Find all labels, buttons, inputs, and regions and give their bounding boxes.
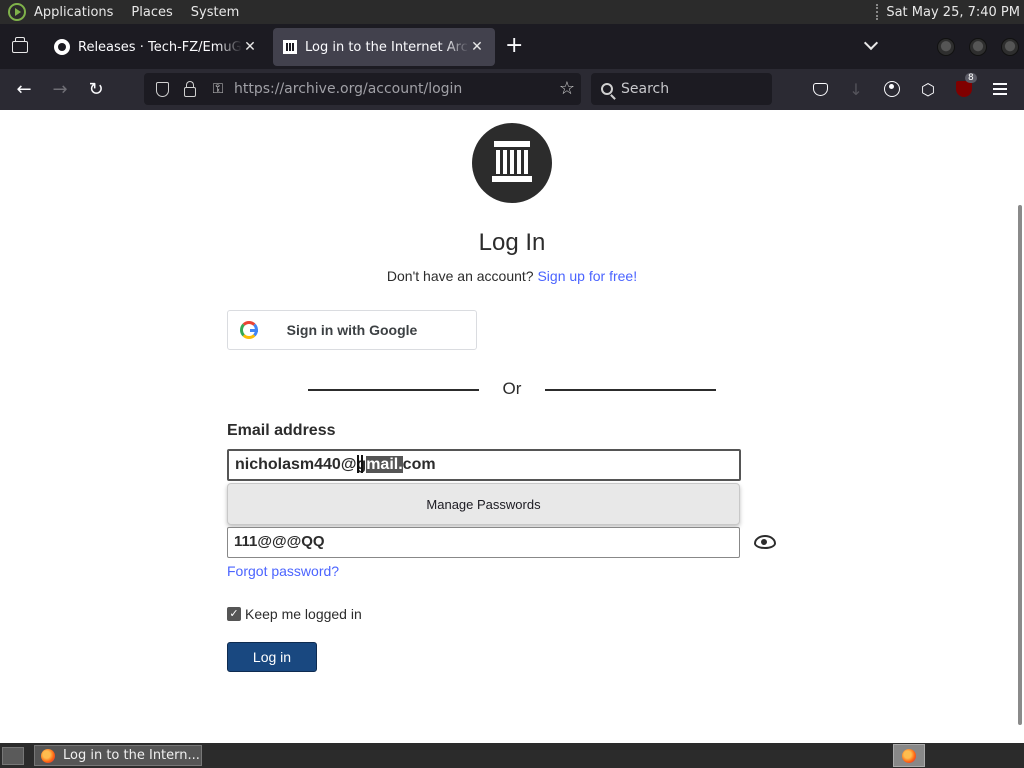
- github-favicon-icon: [54, 39, 70, 55]
- taskbar-window-title: Log in to the Intern...: [63, 748, 200, 763]
- password-text: 111@@@QQ: [234, 533, 325, 550]
- internet-archive-logo-icon[interactable]: [472, 123, 552, 203]
- app-menu-icon[interactable]: [990, 79, 1010, 99]
- signup-prompt-text: Don't have an account?: [386, 268, 534, 284]
- maximize-window-button[interactable]: [969, 38, 987, 56]
- autocomplete-label: Manage Passwords: [426, 496, 541, 512]
- os-logo-icon[interactable]: [8, 3, 26, 21]
- ublock-origin-icon[interactable]: 8: [954, 73, 977, 99]
- bookmark-star-icon[interactable]: ☆: [559, 78, 575, 99]
- google-icon: [240, 321, 258, 339]
- forgot-password-link[interactable]: Forgot password?: [227, 563, 339, 579]
- tray-firefox-button[interactable]: [893, 744, 925, 767]
- page-title: Log In: [478, 229, 546, 256]
- account-icon[interactable]: [882, 79, 902, 99]
- text-cursor-icon: [357, 455, 363, 473]
- applications-menu[interactable]: Applications: [34, 5, 113, 20]
- pocket-icon[interactable]: [810, 79, 830, 99]
- forward-button[interactable]: →: [48, 77, 72, 101]
- url-host: https://archive.org: [234, 81, 363, 97]
- firefox-icon: [902, 748, 916, 763]
- keep-logged-in-label[interactable]: Keep me logged in: [245, 606, 362, 622]
- search-placeholder: Search: [621, 81, 670, 97]
- back-button[interactable]: ←: [12, 77, 36, 101]
- tab-strip: Releases · Tech-FZ/EmuGUI ✕ Log in to th…: [0, 24, 1024, 69]
- downloads-icon[interactable]: ↓: [846, 79, 866, 99]
- firefox-view-button[interactable]: [0, 24, 40, 69]
- google-signin-button[interactable]: Sign in with Google: [227, 310, 477, 350]
- places-menu[interactable]: Places: [131, 5, 172, 20]
- tab-releases[interactable]: Releases · Tech-FZ/EmuGUI ✕: [44, 28, 268, 66]
- tab-title: Releases · Tech-FZ/EmuGUI: [78, 39, 242, 55]
- extensions-icon[interactable]: ⬡: [918, 79, 938, 99]
- password-field[interactable]: 111@@@QQ: [227, 527, 740, 558]
- search-bar[interactable]: Search: [591, 73, 772, 105]
- panel-separator: [876, 4, 879, 20]
- divider-line: [545, 389, 716, 391]
- new-tab-button[interactable]: +: [505, 35, 523, 57]
- close-tab-icon[interactable]: ✕: [242, 39, 258, 55]
- clock[interactable]: Sat May 25, 7:40 PM: [876, 4, 1020, 20]
- internet-archive-favicon-icon: [283, 40, 297, 54]
- login-button[interactable]: Log in: [227, 642, 317, 672]
- key-icon[interactable]: ⚿: [208, 79, 228, 99]
- list-all-tabs-icon[interactable]: [864, 38, 878, 52]
- taskbar-window-firefox[interactable]: Log in to the Intern...: [34, 745, 202, 766]
- system-menu[interactable]: System: [191, 5, 239, 20]
- keep-logged-in[interactable]: ✓ Keep me logged in: [227, 606, 362, 622]
- minimize-window-button[interactable]: [937, 38, 955, 56]
- or-divider: Or: [308, 378, 716, 398]
- url-bar[interactable]: ⚿ https://archive.org/account/login ☆: [144, 73, 581, 105]
- url-text[interactable]: https://archive.org/account/login: [234, 81, 462, 97]
- signup-link[interactable]: Sign up for free!: [537, 268, 637, 284]
- clock-text: Sat May 25, 7:40 PM: [886, 4, 1020, 20]
- keep-logged-in-checkbox[interactable]: ✓: [227, 607, 241, 621]
- reload-button[interactable]: ↻: [84, 77, 108, 101]
- autocomplete-manage-passwords[interactable]: Manage Passwords: [227, 483, 740, 525]
- navigation-toolbar: ← → ↻ ⚿ https://archive.org/account/logi…: [0, 69, 1024, 110]
- page-scrollbar[interactable]: [1018, 205, 1022, 725]
- email-text-selected: mail.: [366, 456, 403, 473]
- search-icon: [601, 83, 613, 95]
- signup-prompt: Don't have an account? Sign up for free!: [0, 268, 1024, 284]
- email-text-post: com: [402, 456, 436, 473]
- ublock-badge: 8: [965, 73, 977, 83]
- email-text-pre: nicholasm440@g: [235, 456, 367, 473]
- tracking-protection-icon[interactable]: [152, 79, 172, 99]
- close-tab-icon[interactable]: ✕: [469, 39, 485, 55]
- email-label: Email address: [227, 422, 336, 439]
- url-path: /account/login: [362, 81, 463, 97]
- close-window-button[interactable]: [1001, 38, 1019, 56]
- email-field[interactable]: nicholasm440@gmail.com: [227, 449, 741, 481]
- firefox-icon: [41, 748, 55, 763]
- firefox-view-icon: [12, 36, 28, 53]
- taskbar: Log in to the Intern...: [0, 743, 1024, 768]
- tab-login[interactable]: Log in to the Internet Archive ✕: [273, 28, 495, 66]
- app-menus: Applications Places System: [0, 3, 257, 21]
- show-password-eye-icon[interactable]: [754, 535, 776, 549]
- top-panel: Applications Places System Sat May 25, 7…: [0, 0, 1024, 24]
- tab-title: Log in to the Internet Archive: [305, 39, 469, 55]
- page-content: Log In Don't have an account? Sign up fo…: [0, 110, 1024, 743]
- google-signin-label: Sign in with Google: [286, 322, 418, 338]
- show-desktop-button[interactable]: [2, 746, 24, 765]
- lock-icon[interactable]: [180, 79, 200, 99]
